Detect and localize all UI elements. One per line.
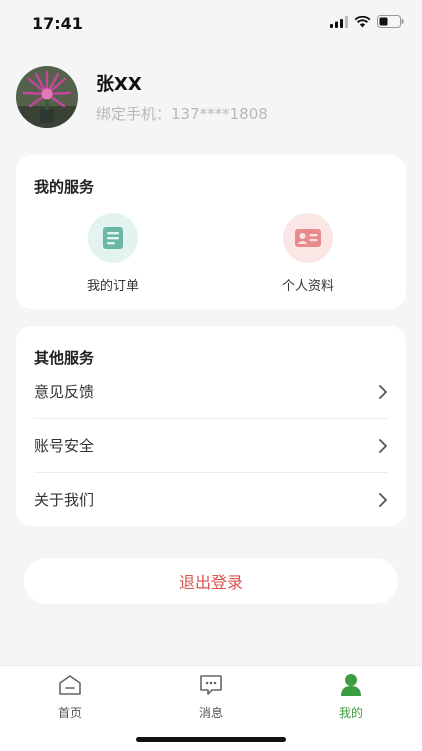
chevron-right-icon [379,384,387,399]
chevron-right-icon [379,438,387,453]
tab-home[interactable]: 首页 [25,672,115,721]
home-indicator [136,737,286,742]
tab-messages[interactable]: 消息 [166,672,256,721]
my-orders-label: 我的订单 [86,279,139,294]
my-services-card: 我的服务 我的订单 个人资料 [16,155,406,309]
logout-button[interactable]: 退出登录 [24,558,398,604]
user-icon [306,672,396,698]
user-name: 张XX [96,74,142,95]
status-time: 17:41 [32,14,83,33]
battery-icon [377,15,404,28]
about-us-row[interactable]: 关于我们 [34,473,388,526]
about-us-label: 关于我们 [34,491,95,509]
id-card-icon [283,213,333,263]
status-bar: 17:41 [0,0,422,48]
order-list-icon [88,213,138,263]
home-icon [25,672,115,698]
feedback-row[interactable]: 意见反馈 [34,365,388,418]
feedback-label: 意见反馈 [34,383,95,401]
tab-home-label: 首页 [57,706,82,720]
tab-mine-label: 我的 [338,706,363,720]
profile-info-label: 个人资料 [281,279,334,294]
wifi-icon [354,15,371,27]
chevron-right-icon [379,492,387,507]
tab-messages-label: 消息 [198,706,223,720]
signal-icon [330,15,348,28]
profile-header: 张XX 绑定手机：137****1808 [16,66,406,128]
my-orders-button[interactable]: 我的订单 [53,213,173,294]
message-icon [166,672,256,698]
my-services-title: 我的服务 [34,178,95,196]
status-icons [330,15,404,28]
account-security-row[interactable]: 账号安全 [34,419,388,472]
other-services-card: 其他服务 意见反馈 账号安全 关于我们 [16,326,406,526]
avatar[interactable] [16,66,78,128]
profile-info-button[interactable]: 个人资料 [248,213,368,294]
account-security-label: 账号安全 [34,437,95,455]
avatar-image [16,66,78,128]
bound-phone: 绑定手机：137****1808 [96,105,268,123]
tab-mine[interactable]: 我的 [306,672,396,721]
